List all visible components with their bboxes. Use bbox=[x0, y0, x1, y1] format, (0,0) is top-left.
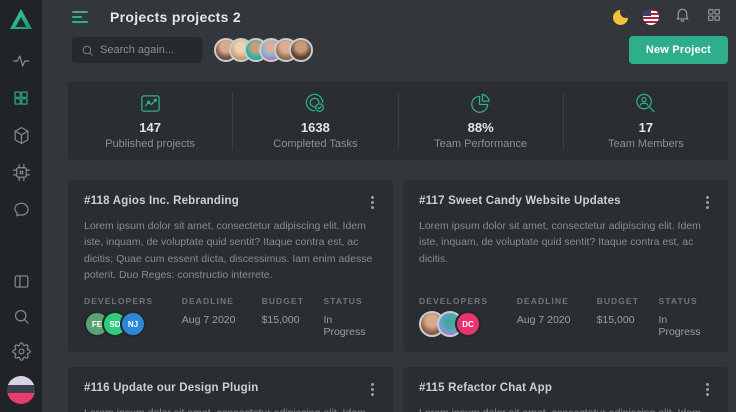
developer-avatar-group: FESDNJ bbox=[84, 311, 182, 337]
layout-icon[interactable] bbox=[11, 271, 31, 291]
avatar[interactable]: NJ bbox=[120, 311, 146, 337]
status-label: STATUS bbox=[323, 296, 377, 306]
deadline-value: Aug 7 2020 bbox=[517, 314, 597, 326]
card-description: Lorem ipsum dolor sit amet, consectetur … bbox=[84, 405, 377, 412]
stat-value: 1638 bbox=[301, 120, 330, 135]
stat-team-members: 17 Team Members bbox=[564, 92, 728, 150]
stat-label: Completed Tasks bbox=[273, 138, 357, 150]
settings-icon[interactable] bbox=[11, 341, 31, 361]
card-title: #115 Refactor Chat App bbox=[419, 382, 552, 394]
budget-label: BUDGET bbox=[262, 296, 324, 306]
title-bar: Projects projects 2 bbox=[42, 0, 736, 28]
page-title: Projects projects 2 bbox=[110, 9, 241, 25]
budget-value: $15,000 bbox=[262, 314, 324, 326]
deadline-value: Aug 7 2020 bbox=[182, 314, 262, 326]
project-card[interactable]: #115 Refactor Chat App Lorem ipsum dolor… bbox=[403, 367, 728, 412]
avatar[interactable]: DC bbox=[455, 311, 481, 337]
chart-box-icon bbox=[139, 92, 162, 115]
main-area: Projects projects 2 New Project 147 Publ… bbox=[42, 0, 736, 412]
card-description: Lorem ipsum dolor sit amet, consectetur … bbox=[419, 405, 712, 412]
more-options-icon[interactable] bbox=[702, 195, 712, 209]
card-footer: DEVELOPERS FESDNJ DEADLINE Aug 7 2020 BU… bbox=[84, 283, 377, 338]
developers-label: DEVELOPERS bbox=[419, 296, 517, 306]
project-card[interactable]: #116 Update our Design Plugin Lorem ipsu… bbox=[68, 367, 393, 412]
card-title: #118 Agios Inc. Rebranding bbox=[84, 195, 239, 207]
sidebar bbox=[0, 0, 42, 412]
app-logo-icon[interactable] bbox=[9, 8, 33, 35]
stat-completed-tasks: 1638 Completed Tasks bbox=[233, 92, 398, 150]
stat-label: Team Performance bbox=[434, 138, 527, 150]
sidebar-nav bbox=[11, 51, 31, 219]
activity-icon[interactable] bbox=[11, 51, 31, 71]
search-icon[interactable] bbox=[11, 306, 31, 326]
more-options-icon[interactable] bbox=[367, 382, 377, 396]
chip-icon[interactable] bbox=[11, 162, 31, 182]
stat-value: 147 bbox=[139, 120, 161, 135]
member-search-icon bbox=[634, 92, 657, 115]
stat-value: 88% bbox=[468, 120, 494, 135]
ripple-check-icon bbox=[304, 92, 327, 115]
card-footer: DEVELOPERS DC DEADLINE Aug 7 2020 BUDGET… bbox=[419, 283, 712, 338]
developer-avatar-group: DC bbox=[419, 311, 517, 337]
stat-label: Published projects bbox=[105, 138, 195, 150]
card-title: #117 Sweet Candy Website Updates bbox=[419, 195, 621, 207]
deadline-label: DEADLINE bbox=[517, 296, 597, 306]
budget-value: $15,000 bbox=[597, 314, 659, 326]
stat-label: Team Members bbox=[608, 138, 684, 150]
stat-value: 17 bbox=[639, 120, 653, 135]
card-description: Lorem ipsum dolor sit amet, consectetur … bbox=[84, 218, 377, 283]
team-avatar-group bbox=[214, 38, 313, 62]
developers-label: DEVELOPERS bbox=[84, 296, 182, 306]
project-card[interactable]: #118 Agios Inc. Rebranding Lorem ipsum d… bbox=[68, 180, 393, 352]
stat-team-performance: 88% Team Performance bbox=[399, 92, 564, 150]
budget-label: BUDGET bbox=[597, 296, 659, 306]
search-box[interactable] bbox=[72, 37, 202, 63]
stat-published-projects: 147 Published projects bbox=[68, 92, 233, 150]
new-project-button[interactable]: New Project bbox=[629, 36, 728, 64]
language-us-flag-icon[interactable] bbox=[643, 9, 659, 25]
card-title: #116 Update our Design Plugin bbox=[84, 382, 259, 394]
sidebar-bottom-nav bbox=[7, 271, 35, 404]
pie-chart-icon bbox=[469, 92, 492, 115]
avatar[interactable] bbox=[289, 38, 313, 62]
toolbar: New Project bbox=[42, 28, 736, 64]
user-avatar[interactable] bbox=[7, 376, 35, 404]
project-cards-grid: #118 Agios Inc. Rebranding Lorem ipsum d… bbox=[68, 180, 728, 412]
search-input[interactable] bbox=[100, 44, 193, 56]
search-icon bbox=[81, 44, 94, 57]
card-description: Lorem ipsum dolor sit amet, consectetur … bbox=[419, 218, 712, 267]
header-icons bbox=[613, 6, 722, 28]
chat-icon[interactable] bbox=[11, 199, 31, 219]
menu-toggle-icon[interactable] bbox=[72, 11, 88, 23]
status-value: In Progress bbox=[658, 314, 712, 338]
stats-panel: 147 Published projects 1638 Completed Ta… bbox=[68, 81, 728, 160]
cube-icon[interactable] bbox=[11, 125, 31, 145]
grid-icon[interactable] bbox=[11, 88, 31, 108]
project-card[interactable]: #117 Sweet Candy Website Updates Lorem i… bbox=[403, 180, 728, 352]
more-options-icon[interactable] bbox=[702, 382, 712, 396]
deadline-label: DEADLINE bbox=[182, 296, 262, 306]
status-value: In Progress bbox=[323, 314, 377, 338]
notifications-bell-icon[interactable] bbox=[674, 6, 691, 28]
status-label: STATUS bbox=[658, 296, 712, 306]
dark-mode-moon-icon[interactable] bbox=[613, 10, 628, 25]
more-options-icon[interactable] bbox=[367, 195, 377, 209]
apps-grid-icon[interactable] bbox=[706, 7, 722, 28]
